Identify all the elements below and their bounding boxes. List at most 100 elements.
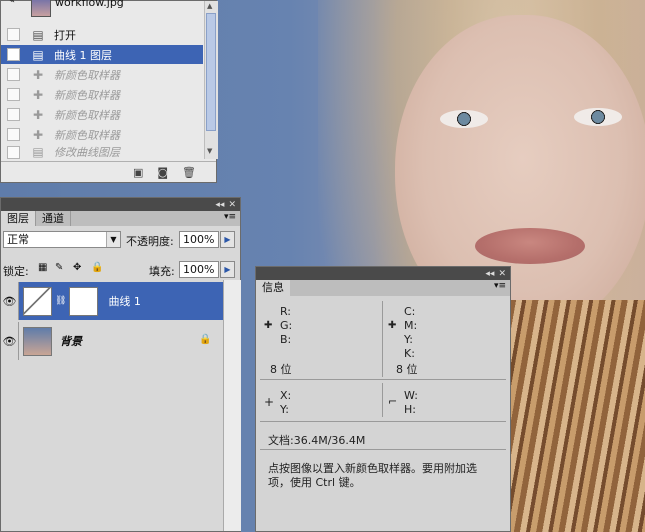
divider <box>260 379 506 380</box>
new-snapshot-icon[interactable]: ◙ <box>157 166 168 179</box>
lock-pixels-icon[interactable]: ✎ <box>55 262 63 273</box>
lock-all-icon[interactable]: 🔒 <box>91 262 103 273</box>
bit-depth-right: 8 位 <box>396 363 418 376</box>
left-eye <box>440 110 488 128</box>
layers-panel: ◂◂ ✕ 图层 通道 ▾≡ 正常 ▼ 不透明度: 100% ▶ 锁定: ▦ ✎ … <box>0 197 241 532</box>
document-icon: ▤ <box>32 27 44 42</box>
m-label: M: <box>404 319 418 332</box>
layer-row-background[interactable]: 👁 背景 🔒 <box>1 322 223 360</box>
layer-name[interactable]: 曲线 1 <box>108 293 141 309</box>
lock-icon: 🔒 <box>199 334 212 345</box>
lock-transparency-icon[interactable]: ▦ <box>38 262 47 273</box>
history-scrollbar[interactable]: ▲ ▼ <box>204 1 218 159</box>
lock-position-icon[interactable]: ✥ <box>73 262 81 273</box>
history-item-open[interactable]: ▤ 打开 <box>1 25 203 44</box>
fill-label: 填充: <box>149 265 175 278</box>
eyedropper-icon: ✚ <box>32 127 44 142</box>
eyedropper-icon: ✚ <box>388 320 397 331</box>
panel-menu-icon[interactable]: ▾≡ <box>494 281 506 291</box>
eyedropper-icon: ✚ <box>32 87 44 102</box>
info-panel: ◂◂ ✕ 信息 ▾≡ ✚ R: G: B: 8 位 ✚ C: M: Y: K: … <box>255 266 511 532</box>
chevron-down-icon[interactable]: ▼ <box>106 232 120 247</box>
crosshair-icon: + <box>264 395 275 409</box>
opacity-input[interactable]: 100% <box>179 231 219 248</box>
w-label: W: <box>404 389 418 402</box>
brush-icon: ✎ <box>7 0 16 6</box>
collapse-icon[interactable]: ◂◂ <box>215 200 224 210</box>
divider <box>260 449 506 450</box>
blend-mode-select[interactable]: 正常 ▼ <box>3 231 121 248</box>
necklace-region <box>510 300 645 532</box>
history-item-color-sampler[interactable]: ✚ 新颜色取样器 <box>1 125 203 144</box>
history-checkbox[interactable] <box>7 88 20 101</box>
tab-layers[interactable]: 图层 <box>1 211 36 226</box>
divider <box>382 301 383 377</box>
right-eye <box>574 108 622 126</box>
lips-region <box>475 228 585 264</box>
document-icon: ▤ <box>32 47 44 62</box>
tab-channels[interactable]: 通道 <box>36 211 71 226</box>
trash-icon[interactable]: 🗑 <box>182 166 196 179</box>
tab-info[interactable]: 信息 <box>256 280 290 296</box>
selection-size-icon: ⌐ <box>388 395 398 408</box>
history-item-color-sampler[interactable]: ✚ 新颜色取样器 <box>1 85 203 104</box>
c-label: C: <box>404 305 416 318</box>
eyedropper-icon: ✚ <box>32 67 44 82</box>
visibility-eye-icon[interactable]: 👁 <box>1 322 19 360</box>
history-item-color-sampler[interactable]: ✚ 新颜色取样器 <box>1 65 203 84</box>
x-label: X: <box>280 389 292 402</box>
history-panel: ✎ workflow.jpg ▤ 打开 ▤ 曲线 1 图层 ✚ 新颜色取样器 ✚… <box>0 0 218 183</box>
scrollbar-thumb[interactable] <box>206 13 216 131</box>
r-label: R: <box>280 305 292 318</box>
curves-adjustment-icon <box>23 286 52 316</box>
panel-title-strip: ◂◂ ✕ <box>1 198 240 211</box>
info-tabs: 信息 ▾≡ <box>256 280 510 296</box>
link-icon[interactable]: ⛓ <box>55 296 66 306</box>
history-checkbox[interactable] <box>7 128 20 141</box>
history-footer: ▣ ◙ 🗑 <box>1 161 216 182</box>
history-checkbox[interactable] <box>7 28 20 41</box>
history-item-modify-curves[interactable]: ▤ 修改曲线图层 <box>1 145 203 159</box>
history-checkbox[interactable] <box>7 145 20 159</box>
b-label: B: <box>280 333 292 346</box>
layer-name[interactable]: 背景 <box>60 333 82 349</box>
panel-menu-icon[interactable]: ▾≡ <box>224 212 236 222</box>
snapshot-thumbnail[interactable] <box>31 0 51 17</box>
layers-scrollbar[interactable] <box>223 280 241 531</box>
scroll-down-icon[interactable]: ▼ <box>207 147 212 155</box>
new-document-from-state-icon[interactable]: ▣ <box>133 166 143 179</box>
fill-slider-button[interactable]: ▶ <box>220 261 235 278</box>
history-checkbox[interactable] <box>7 108 20 121</box>
history-item-curves-layer[interactable]: ▤ 曲线 1 图层 <box>1 45 203 64</box>
close-icon[interactable]: ✕ <box>498 269 506 279</box>
document-size: 文档:36.4M/36.4M <box>268 434 366 447</box>
h-label: H: <box>404 403 416 416</box>
layer-mask-thumbnail[interactable] <box>69 286 99 316</box>
y-label: Y: <box>404 333 413 346</box>
layers-tabs: 图层 通道 ▾≡ <box>1 211 240 226</box>
history-checkbox[interactable] <box>7 68 20 81</box>
eyedropper-icon: ✚ <box>264 320 273 331</box>
g-label: G: <box>280 319 293 332</box>
bit-depth-left: 8 位 <box>270 363 292 376</box>
layer-thumbnail <box>23 326 52 356</box>
divider <box>260 421 506 422</box>
fill-input[interactable]: 100% <box>179 261 219 278</box>
lock-label: 锁定: <box>3 265 29 278</box>
scroll-up-icon[interactable]: ▲ <box>207 2 212 10</box>
eyedropper-icon: ✚ <box>32 107 44 122</box>
close-icon[interactable]: ✕ <box>228 200 236 210</box>
panel-title-strip: ◂◂ ✕ <box>256 267 510 280</box>
layer-row-curves[interactable]: 👁 ⛓ 曲线 1 <box>1 282 223 320</box>
hint-text-line2: 项，使用 Ctrl 键。 <box>268 476 361 489</box>
visibility-eye-icon[interactable]: 👁 <box>1 282 19 320</box>
snapshot-label: workflow.jpg <box>55 0 124 9</box>
opacity-slider-button[interactable]: ▶ <box>220 231 235 248</box>
history-checkbox[interactable] <box>7 48 20 61</box>
opacity-label: 不透明度: <box>126 235 174 248</box>
k-label: K: <box>404 347 415 360</box>
document-icon: ▤ <box>32 145 44 159</box>
collapse-icon[interactable]: ◂◂ <box>485 269 494 279</box>
y-coord-label: Y: <box>280 403 289 416</box>
history-item-color-sampler[interactable]: ✚ 新颜色取样器 <box>1 105 203 124</box>
